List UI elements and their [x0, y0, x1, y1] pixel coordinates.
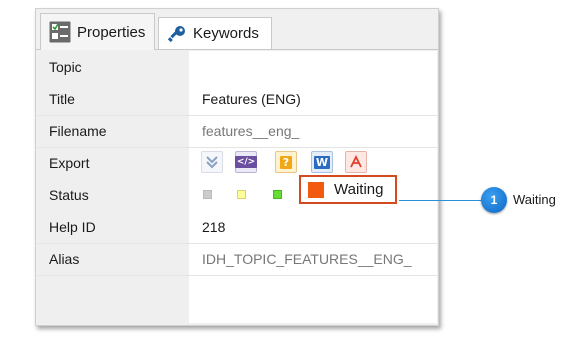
- status-label: Status: [49, 187, 89, 203]
- code-icon[interactable]: </>: [234, 151, 258, 173]
- help-icon[interactable]: ?: [275, 151, 297, 173]
- help-id-label: Help ID: [49, 219, 96, 235]
- status-value: Waiting: [334, 181, 384, 198]
- row-help-id[interactable]: Help ID 218: [37, 211, 437, 244]
- callout-connector: [399, 200, 493, 201]
- topic-label: Topic: [49, 59, 82, 75]
- row-status: Status Waiting: [37, 175, 437, 211]
- alias-value[interactable]: IDH_TOPIC_FEATURES__ENG_: [202, 251, 412, 267]
- properties-panel: Properties Keywords Topic Title Features…: [35, 8, 439, 326]
- key-icon: [167, 25, 185, 42]
- status-swatch-yellow[interactable]: [237, 190, 246, 199]
- property-grid: Topic Title Features (ENG) Filename feat…: [37, 51, 437, 323]
- alias-label: Alias: [49, 251, 80, 267]
- word-icon[interactable]: W: [311, 151, 333, 173]
- tab-properties-label: Properties: [77, 23, 146, 41]
- pdf-icon[interactable]: [345, 151, 367, 173]
- filename-label: Filename: [49, 123, 107, 139]
- callout-label: Waiting: [513, 192, 556, 207]
- status-selected[interactable]: Waiting: [299, 175, 397, 204]
- export-label: Export: [49, 155, 90, 171]
- help-id-value[interactable]: 218: [202, 219, 225, 235]
- title-value[interactable]: Features (ENG): [202, 91, 301, 107]
- row-topic: Topic: [37, 51, 437, 83]
- title-label: Title: [49, 91, 75, 107]
- tab-properties[interactable]: Properties: [40, 13, 155, 50]
- checkmark-icon[interactable]: [201, 151, 223, 173]
- tab-bar: Properties Keywords: [36, 9, 438, 50]
- status-color-swatch: [308, 182, 324, 198]
- row-alias[interactable]: Alias IDH_TOPIC_FEATURES__ENG_: [37, 243, 437, 276]
- filename-value[interactable]: features__eng_: [202, 123, 299, 139]
- status-swatch-gray[interactable]: [203, 190, 212, 199]
- status-swatch-green[interactable]: [273, 190, 282, 199]
- properties-icon: [49, 21, 71, 43]
- tab-keywords[interactable]: Keywords: [158, 17, 272, 49]
- tab-keywords-label: Keywords: [193, 25, 259, 42]
- row-title[interactable]: Title Features (ENG): [37, 83, 437, 116]
- row-filename[interactable]: Filename features__eng_: [37, 115, 437, 148]
- callout-badge: 1: [481, 187, 507, 213]
